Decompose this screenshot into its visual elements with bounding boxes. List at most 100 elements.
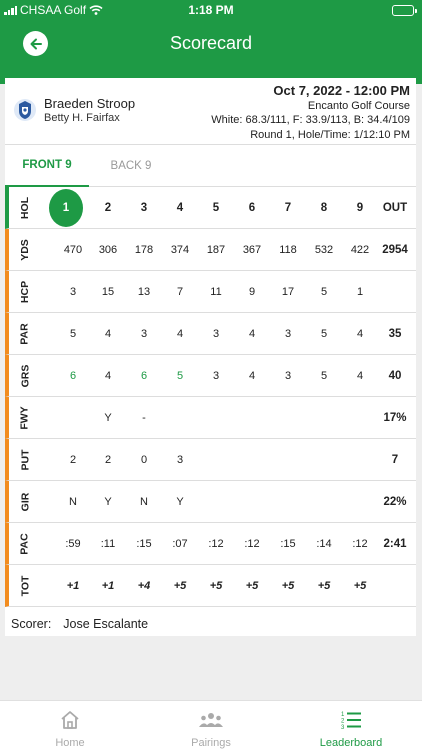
row-label: PUT bbox=[19, 449, 31, 470]
score-cell: 4 bbox=[104, 327, 112, 340]
scorer-row: Scorer: Jose Escalante bbox=[5, 611, 416, 636]
row-total: 40 bbox=[388, 369, 402, 382]
hole-number: 6 bbox=[248, 201, 256, 214]
score-cell: N bbox=[140, 495, 148, 508]
score-cell: 2 bbox=[104, 453, 112, 466]
player-header: Braeden Stroop Betty H. Fairfax Oct 7, 2… bbox=[5, 78, 416, 145]
score-cell: 13 bbox=[137, 285, 151, 298]
hole-number: 3 bbox=[140, 201, 148, 214]
row-label: HOL bbox=[18, 196, 31, 219]
score-cell bbox=[271, 481, 305, 522]
score-cell: +5 bbox=[317, 579, 331, 592]
score-cell: 4 bbox=[248, 327, 256, 340]
score-cell: 187 bbox=[206, 243, 226, 256]
score-cell: 15 bbox=[101, 285, 115, 298]
score-cell: Y bbox=[104, 411, 112, 424]
nav-leaderboard[interactable]: 1 2 3 Leaderboard bbox=[281, 701, 421, 750]
score-cell: 4 bbox=[248, 369, 256, 382]
score-cell: 4 bbox=[176, 327, 184, 340]
score-cell: Y bbox=[104, 495, 112, 508]
svg-text:2: 2 bbox=[341, 719, 345, 725]
row-total: 35 bbox=[388, 327, 402, 340]
row-label: PAR bbox=[18, 322, 31, 345]
hole-number: 7 bbox=[284, 201, 292, 214]
score-cell bbox=[235, 481, 269, 522]
scorer-name: Jose Escalante bbox=[63, 616, 149, 631]
scorecard-row-fwy: FWY Y - 17% bbox=[5, 397, 416, 439]
score-cell: 5 bbox=[320, 369, 328, 382]
score-cell: 306 bbox=[98, 243, 118, 256]
score-cell bbox=[163, 397, 197, 438]
score-cell bbox=[307, 439, 341, 480]
nav-home-label: Home bbox=[55, 737, 85, 749]
score-cell: 3 bbox=[69, 285, 77, 298]
hole-number: 5 bbox=[212, 201, 220, 214]
player-name: Braeden Stroop bbox=[44, 96, 136, 111]
hole-number: 4 bbox=[176, 201, 184, 214]
score-cell: 5 bbox=[320, 327, 328, 340]
bottom-nav: Home Pairings 1 2 3 Leaderboard bbox=[0, 700, 422, 750]
score-cell bbox=[199, 481, 233, 522]
row-label: HCP bbox=[18, 280, 31, 303]
score-cell: :15 bbox=[280, 537, 296, 550]
round-date: Oct 7, 2022 - 12:00 PM bbox=[273, 83, 410, 98]
score-cell: :15 bbox=[136, 537, 152, 550]
scorecard-row-par: PAR 5 4 3 4 3 4 3 5 4 35 bbox=[5, 313, 416, 355]
nav-pairings[interactable]: Pairings bbox=[141, 701, 281, 750]
tab-front-9[interactable]: FRONT 9 bbox=[5, 145, 89, 187]
course-name: Encanto Golf Course bbox=[307, 100, 410, 112]
svg-text:1: 1 bbox=[341, 712, 345, 718]
scorecard-grid: HOL 1 2 3 4 5 6 7 8 9 OUT YDS 470 306 178 37… bbox=[5, 187, 416, 607]
score-cell: +4 bbox=[137, 579, 151, 592]
nav-pairings-label: Pairings bbox=[191, 737, 231, 749]
score-cell: +5 bbox=[209, 579, 223, 592]
score-cell: 118 bbox=[279, 243, 297, 256]
player-school: Betty H. Fairfax bbox=[44, 112, 120, 124]
score-cell: 7 bbox=[176, 285, 184, 298]
page-title: Scorecard bbox=[169, 33, 253, 53]
nav-leaderboard-label: Leaderboard bbox=[319, 737, 383, 749]
score-cell: Y bbox=[176, 495, 184, 508]
score-cell: 2 bbox=[69, 453, 77, 466]
score-cell: 532 bbox=[314, 243, 334, 256]
score-cell: 3 bbox=[284, 369, 292, 382]
score-cell bbox=[271, 439, 305, 480]
scorecard-row-gir: GIR N Y N Y 22% bbox=[5, 481, 416, 523]
row-total: 2954 bbox=[382, 243, 408, 256]
score-cell: 9 bbox=[248, 285, 256, 298]
row-total bbox=[372, 271, 418, 312]
score-cell: 6 bbox=[140, 369, 148, 382]
scorecard-row-grs: GRS 6 4 6 5 3 4 3 5 4 40 bbox=[5, 355, 416, 397]
score-cell: 0 bbox=[140, 453, 148, 466]
battery-icon bbox=[392, 5, 417, 16]
row-label: YDS bbox=[19, 238, 31, 261]
row-label: PAC bbox=[18, 532, 31, 555]
score-cell: 3 bbox=[140, 327, 148, 340]
row-label: GIR bbox=[18, 492, 31, 511]
row-total: 17% bbox=[383, 411, 407, 424]
score-cell: 17 bbox=[281, 285, 295, 298]
tab-back-9[interactable]: BACK 9 bbox=[89, 145, 173, 187]
score-cell: N bbox=[69, 495, 77, 508]
row-total: 7 bbox=[391, 453, 399, 466]
score-cell bbox=[199, 397, 233, 438]
row-total: 22% bbox=[383, 495, 407, 508]
tee-ratings: White: 68.3/111, F: 33.9/113, B: 34.4/10… bbox=[211, 114, 410, 127]
scorecard-row-yds: YDS 470 306 178 374 187 367 118 532 422 2954 bbox=[5, 229, 416, 271]
nav-home[interactable]: Home bbox=[0, 701, 140, 750]
score-cell: 3 bbox=[212, 369, 220, 382]
score-cell: 3 bbox=[212, 327, 220, 340]
score-cell: 6 bbox=[69, 369, 77, 382]
row-total bbox=[372, 565, 418, 606]
status-bar: CHSAA Golf 1:18 PM bbox=[0, 3, 422, 19]
row-total: 2:41 bbox=[383, 537, 407, 550]
score-cell: +1 bbox=[66, 579, 80, 592]
score-cell: :12 bbox=[208, 537, 224, 550]
scorecard-row-pac: PAC:59:11:15:07:12:12:15:14:12 2:41 bbox=[5, 523, 416, 565]
score-cell: 4 bbox=[104, 369, 112, 382]
score-cell bbox=[56, 397, 90, 438]
score-cell: 5 bbox=[176, 369, 184, 382]
score-cell: 367 bbox=[242, 243, 262, 256]
scorecard-row-hcp: HCP 3 15 13 7 11 9 17 5 1 bbox=[5, 271, 416, 313]
round-detail: Round 1, Hole/Time: 1/12:10 PM bbox=[250, 128, 410, 141]
